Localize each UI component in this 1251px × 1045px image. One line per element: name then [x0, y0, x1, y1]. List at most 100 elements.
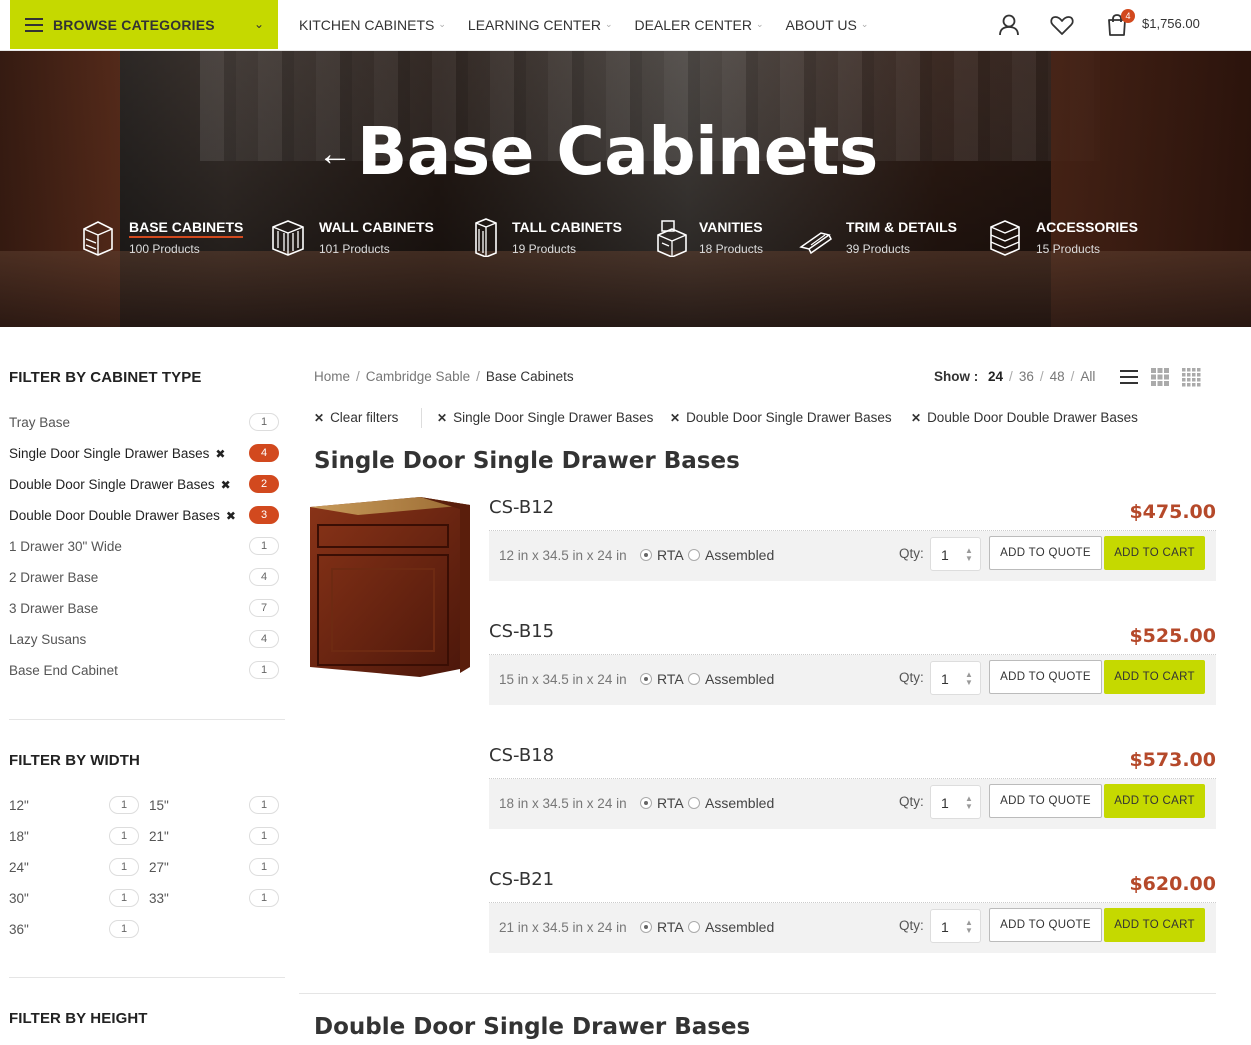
back-arrow-icon[interactable]: ← [318, 135, 352, 174]
nav-kitchen-cabinets[interactable]: KITCHEN CABINETS ⌄ [299, 17, 446, 33]
chevron-down-icon: ⌄ [860, 19, 869, 29]
filter-type-item[interactable]: Base End Cabinet 1 [9, 661, 279, 681]
filter-count-badge: 1 [249, 661, 279, 679]
filter-width-item[interactable]: 12" 1 [9, 796, 139, 816]
filter-width-item[interactable]: 24" 1 [9, 858, 139, 878]
active-filter-chip[interactable]: ✕ Double Door Single Drawer Bases [670, 410, 892, 425]
show-option-36[interactable]: 36 [1019, 369, 1034, 384]
rta-radio[interactable] [640, 673, 652, 685]
nav-about-us[interactable]: ABOUT US ⌄ [786, 17, 869, 33]
filter-width-item[interactable]: 15" 1 [149, 796, 279, 816]
add-to-cart-button[interactable]: ADD TO CART [1104, 908, 1205, 942]
quantity-stepper[interactable]: 1 ▲ ▼ [930, 909, 981, 943]
product-price: $573.00 [1129, 749, 1216, 771]
product-options-bar: 12 in x 34.5 in x 24 in RTA Assembled Qt… [489, 531, 1216, 581]
filter-count-badge: 1 [109, 920, 139, 938]
filter-count-badge: 1 [249, 796, 279, 814]
filter-type-item[interactable]: 1 Drawer 30" Wide 1 [9, 537, 279, 557]
filter-count-badge: 1 [249, 889, 279, 907]
rta-label: RTA [657, 671, 684, 687]
filter-type-item-selected[interactable]: Single Door Single Drawer Bases ✖ 4 [9, 444, 279, 464]
filter-count-badge: 1 [249, 413, 279, 431]
filter-width-item[interactable]: 18" 1 [9, 827, 139, 847]
countertop-background [0, 251, 1251, 327]
stepper-arrows-icon[interactable]: ▲ ▼ [964, 547, 974, 563]
product-sku[interactable]: CS-B15 [489, 621, 554, 642]
remove-filter-icon[interactable]: ✖ [215, 447, 225, 461]
product-sku[interactable]: CS-B18 [489, 745, 554, 766]
filter-type-item[interactable]: 2 Drawer Base 4 [9, 568, 279, 588]
filter-width-item[interactable]: 36" 1 [9, 920, 139, 940]
filter-type-title: FILTER BY CABINET TYPE [9, 369, 202, 386]
add-to-cart-button[interactable]: ADD TO CART [1104, 536, 1205, 570]
add-to-quote-button[interactable]: ADD TO QUOTE [989, 536, 1102, 570]
heart-icon[interactable] [1049, 12, 1075, 38]
filter-count-badge: 1 [249, 537, 279, 555]
stepper-arrows-icon[interactable]: ▲ ▼ [964, 795, 974, 811]
list-view-icon[interactable] [1119, 367, 1139, 387]
filter-type-item[interactable]: Lazy Susans 4 [9, 630, 279, 650]
clear-filters-button[interactable]: ✕ Clear filters [314, 410, 398, 425]
remove-filter-icon[interactable]: ✖ [221, 478, 231, 492]
trim-icon [799, 232, 832, 255]
rta-radio[interactable] [640, 797, 652, 809]
cart-total[interactable]: $1,756.00 [1142, 16, 1200, 31]
quantity-stepper[interactable]: 1 ▲ ▼ [930, 537, 981, 571]
add-to-cart-button[interactable]: ADD TO CART [1104, 660, 1205, 694]
grid-3-view-icon[interactable] [1150, 367, 1170, 387]
assembled-radio[interactable] [688, 797, 700, 809]
nav-dealer-center[interactable]: DEALER CENTER ⌄ [634, 17, 763, 33]
browse-categories-button[interactable]: BROWSE CATEGORIES ⌄ [10, 0, 278, 49]
rta-radio[interactable] [640, 549, 652, 561]
add-to-cart-button[interactable]: ADD TO CART [1104, 784, 1205, 818]
filter-type-item-selected[interactable]: Double Door Single Drawer Bases ✖ 2 [9, 475, 279, 495]
filter-type-item[interactable]: 3 Drawer Base 7 [9, 599, 279, 619]
add-to-quote-button[interactable]: ADD TO QUOTE [989, 908, 1102, 942]
product-sku[interactable]: CS-B21 [489, 869, 554, 890]
product-row: CS-B12 $475.00 12 in x 34.5 in x 24 in R… [489, 497, 1216, 583]
filter-width-item[interactable]: 27" 1 [149, 858, 279, 878]
filter-width-item[interactable]: 33" 1 [149, 889, 279, 909]
quantity-stepper[interactable]: 1 ▲ ▼ [930, 661, 981, 695]
filter-width-item[interactable]: 30" 1 [9, 889, 139, 909]
rta-label: RTA [657, 795, 684, 811]
stepper-arrows-icon[interactable]: ▲ ▼ [964, 919, 974, 935]
grid-4-view-icon[interactable] [1181, 367, 1201, 387]
assembled-radio[interactable] [688, 673, 700, 685]
chevron-down-icon: ⌄ [755, 19, 764, 29]
user-icon[interactable] [996, 12, 1022, 38]
show-option-24[interactable]: 24 [988, 369, 1003, 384]
breadcrumb-home[interactable]: Home [314, 369, 350, 384]
close-icon: ✕ [670, 411, 681, 425]
filter-count-badge: 4 [249, 630, 279, 648]
close-icon: ✕ [437, 411, 448, 425]
qty-label: Qty: [899, 670, 924, 685]
assembled-radio[interactable] [688, 549, 700, 561]
filter-count-badge: 2 [249, 475, 279, 493]
qty-label: Qty: [899, 794, 924, 809]
breadcrumb: Home / Cambridge Sable / Base Cabinets [314, 369, 574, 384]
stepper-arrows-icon[interactable]: ▲ ▼ [964, 671, 974, 687]
add-to-quote-button[interactable]: ADD TO QUOTE [989, 784, 1102, 818]
base-cabinet-icon [83, 221, 113, 256]
filter-type-item-selected[interactable]: Double Door Double Drawer Bases ✖ 3 [9, 506, 279, 526]
breadcrumb-collection[interactable]: Cambridge Sable [366, 369, 470, 384]
filter-count-badge: 3 [249, 506, 279, 524]
active-filter-chip[interactable]: ✕ Single Door Single Drawer Bases [437, 410, 653, 425]
remove-filter-icon[interactable]: ✖ [226, 509, 236, 523]
quantity-stepper[interactable]: 1 ▲ ▼ [930, 785, 981, 819]
filter-width-item[interactable]: 21" 1 [149, 827, 279, 847]
active-filter-chip[interactable]: ✕ Double Door Double Drawer Bases [911, 410, 1138, 425]
close-icon: ✕ [911, 411, 922, 425]
show-option-all[interactable]: All [1080, 369, 1095, 384]
show-option-48[interactable]: 48 [1050, 369, 1065, 384]
nav-learning-center[interactable]: LEARNING CENTER ⌄ [468, 17, 613, 33]
add-to-quote-button[interactable]: ADD TO QUOTE [989, 660, 1102, 694]
tall-cabinet-icon [475, 218, 497, 257]
rta-radio[interactable] [640, 921, 652, 933]
assembled-label: Assembled [705, 547, 775, 563]
assembled-radio[interactable] [688, 921, 700, 933]
product-sku[interactable]: CS-B12 [489, 497, 554, 518]
filter-type-item[interactable]: Tray Base 1 [9, 413, 279, 433]
product-image[interactable] [310, 497, 470, 677]
